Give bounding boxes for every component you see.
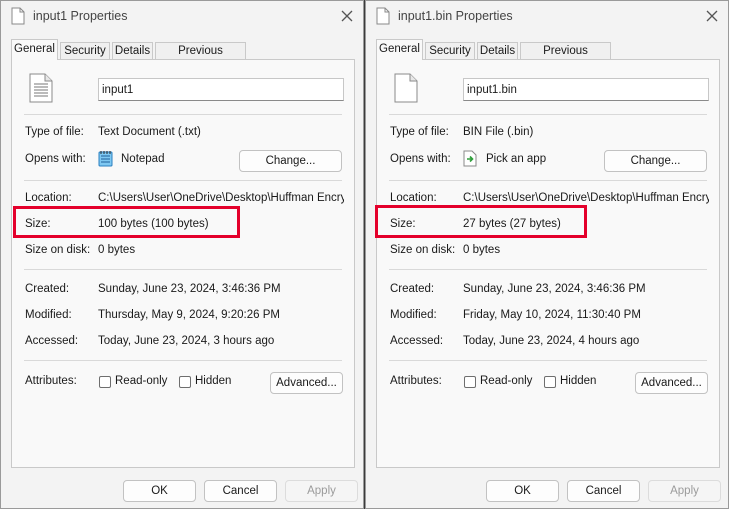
separator: [389, 360, 707, 361]
change-button[interactable]: Change...: [239, 150, 342, 172]
advanced-button[interactable]: Advanced...: [270, 372, 343, 394]
title-bar: input1.bin Properties: [366, 1, 728, 33]
size-on-disk-value: 0 bytes: [98, 244, 136, 256]
separator: [389, 114, 707, 115]
hidden-checkbox[interactable]: [544, 376, 556, 388]
tab-details[interactable]: Details: [112, 42, 153, 59]
blank-file-icon: [393, 73, 419, 106]
opens-with-value: Pick an app: [486, 153, 547, 165]
hidden-label[interactable]: Hidden: [560, 375, 596, 387]
title-bar: input1 Properties: [1, 1, 363, 33]
size-value: 27 bytes (27 bytes): [463, 218, 561, 230]
pick-app-icon: [463, 150, 478, 170]
advanced-button[interactable]: Advanced...: [635, 372, 708, 394]
modified-label: Modified:: [390, 309, 437, 321]
size-on-disk-value: 0 bytes: [463, 244, 501, 256]
attributes-label: Attributes:: [25, 375, 77, 387]
created-label: Created:: [390, 283, 435, 295]
close-icon[interactable]: [702, 6, 722, 26]
text-document-icon: [28, 73, 54, 106]
type-of-file-label: Type of file:: [390, 126, 449, 138]
modified-value: Friday, May 10, 2024, 11:30:40 PM: [463, 309, 641, 321]
tab-details[interactable]: Details: [477, 42, 518, 59]
general-panel: Type of file: Text Document (.txt) Opens…: [11, 59, 355, 468]
apply-button[interactable]: Apply: [285, 480, 358, 502]
separator: [24, 269, 342, 270]
file-name-input[interactable]: [98, 78, 344, 101]
cancel-button[interactable]: Cancel: [567, 480, 640, 502]
created-value: Sunday, June 23, 2024, 3:46:36 PM: [98, 283, 281, 295]
opens-with-label: Opens with:: [390, 153, 451, 165]
size-value: 100 bytes (100 bytes): [98, 218, 209, 230]
read-only-label[interactable]: Read-only: [480, 375, 532, 387]
created-label: Created:: [25, 283, 70, 295]
general-panel: Type of file: BIN File (.bin) Opens with…: [376, 59, 720, 468]
attributes-label: Attributes:: [390, 375, 442, 387]
size-label: Size:: [25, 218, 51, 230]
accessed-label: Accessed:: [390, 335, 444, 347]
blank-file-icon: [376, 7, 390, 28]
accessed-value: Today, June 23, 2024, 3 hours ago: [98, 335, 275, 347]
accessed-value: Today, June 23, 2024, 4 hours ago: [463, 335, 640, 347]
window-title: input1 Properties: [33, 9, 128, 23]
opens-with-value: Notepad: [121, 153, 165, 165]
change-button[interactable]: Change...: [604, 150, 707, 172]
separator: [389, 269, 707, 270]
read-only-checkbox[interactable]: [99, 376, 111, 388]
file-name-input[interactable]: [463, 78, 709, 101]
tab-general[interactable]: General: [11, 39, 58, 60]
separator: [24, 114, 342, 115]
properties-dialog-input1: input1 Properties General Security Detai…: [0, 0, 364, 509]
document-icon: [11, 7, 25, 28]
tab-general[interactable]: General: [376, 39, 423, 60]
separator: [24, 180, 342, 181]
type-of-file-value: Text Document (.txt): [98, 126, 201, 138]
ok-button[interactable]: OK: [123, 480, 196, 502]
hidden-checkbox[interactable]: [179, 376, 191, 388]
tab-security[interactable]: Security: [60, 42, 110, 59]
read-only-label[interactable]: Read-only: [115, 375, 167, 387]
modified-label: Modified:: [25, 309, 72, 321]
cancel-button[interactable]: Cancel: [204, 480, 277, 502]
close-icon[interactable]: [337, 6, 357, 26]
separator: [24, 360, 342, 361]
tab-previous-versions[interactable]: Previous Versions: [520, 42, 611, 74]
tab-bar: General Security Details Previous Versio…: [11, 39, 353, 74]
ok-button[interactable]: OK: [486, 480, 559, 502]
tab-bar: General Security Details Previous Versio…: [376, 39, 718, 74]
separator: [389, 180, 707, 181]
tab-previous-versions[interactable]: Previous Versions: [155, 42, 246, 74]
tab-security[interactable]: Security: [425, 42, 475, 59]
created-value: Sunday, June 23, 2024, 3:46:36 PM: [463, 283, 646, 295]
size-label: Size:: [390, 218, 416, 230]
notepad-icon: [98, 150, 113, 170]
location-value: C:\Users\User\OneDrive\Desktop\Huffman E…: [463, 192, 709, 204]
accessed-label: Accessed:: [25, 335, 79, 347]
location-label: Location:: [390, 192, 437, 204]
location-value: C:\Users\User\OneDrive\Desktop\Huffman E…: [98, 192, 344, 204]
opens-with-label: Opens with:: [25, 153, 86, 165]
window-title: input1.bin Properties: [398, 9, 513, 23]
type-of-file-label: Type of file:: [25, 126, 84, 138]
size-on-disk-label: Size on disk:: [25, 244, 91, 256]
hidden-label[interactable]: Hidden: [195, 375, 231, 387]
modified-value: Thursday, May 9, 2024, 9:20:26 PM: [98, 309, 280, 321]
properties-dialog-input1-bin: input1.bin Properties General Security D…: [365, 0, 729, 509]
apply-button[interactable]: Apply: [648, 480, 721, 502]
location-label: Location:: [25, 192, 72, 204]
type-of-file-value: BIN File (.bin): [463, 126, 534, 138]
size-on-disk-label: Size on disk:: [390, 244, 456, 256]
read-only-checkbox[interactable]: [464, 376, 476, 388]
